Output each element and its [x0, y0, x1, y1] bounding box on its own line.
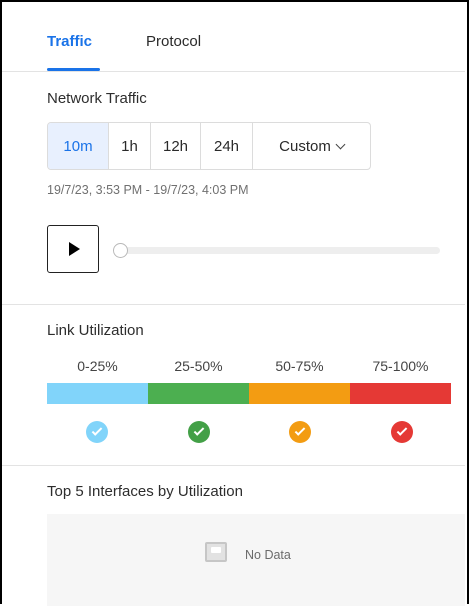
range-10m-button[interactable]: 10m	[48, 123, 109, 169]
link-utilization-title: Link Utilization	[47, 322, 144, 339]
playback-slider-track[interactable]	[120, 247, 440, 254]
range-custom-label: Custom	[279, 137, 331, 155]
top-interfaces-title: Top 5 Interfaces by Utilization	[47, 483, 243, 500]
range-24h-button[interactable]: 24h	[201, 123, 253, 169]
tab-traffic[interactable]: Traffic	[47, 33, 92, 50]
network-traffic-title: Network Traffic	[47, 90, 147, 107]
tab-protocol[interactable]: Protocol	[146, 33, 201, 50]
check-circle-icon	[391, 421, 413, 443]
time-range-selector: 10m 1h 12h 24h Custom	[47, 122, 371, 170]
util-bar-0-25	[47, 383, 148, 404]
tab-bar: Traffic Protocol	[2, 2, 465, 72]
range-custom-dropdown[interactable]: Custom	[253, 123, 370, 169]
traffic-panel: Traffic Protocol Network Traffic 10m 1h …	[0, 0, 469, 606]
util-label-75-100: 75-100%	[372, 358, 429, 374]
util-label-25-50: 25-50%	[174, 358, 223, 374]
no-data-text: No Data	[245, 548, 291, 562]
play-button[interactable]	[47, 225, 99, 273]
util-bar-50-75	[249, 383, 350, 404]
check-circle-icon	[86, 421, 108, 443]
util-label-50-75: 50-75%	[275, 358, 324, 374]
play-icon	[69, 242, 80, 256]
util-bar-25-50	[148, 383, 249, 404]
util-bar-75-100	[350, 383, 451, 404]
check-circle-icon	[188, 421, 210, 443]
active-tab-indicator	[47, 68, 100, 71]
range-12h-button[interactable]: 12h	[151, 123, 201, 169]
section-divider	[2, 304, 465, 305]
check-circle-icon	[289, 421, 311, 443]
playback-slider-thumb[interactable]	[113, 243, 128, 258]
section-divider	[2, 465, 465, 466]
chevron-down-icon	[335, 139, 346, 149]
no-data-icon	[205, 542, 227, 562]
time-range-text: 19/7/23, 3:53 PM - 19/7/23, 4:03 PM	[47, 183, 249, 197]
range-1h-button[interactable]: 1h	[109, 123, 151, 169]
util-label-0-25: 0-25%	[77, 358, 118, 374]
